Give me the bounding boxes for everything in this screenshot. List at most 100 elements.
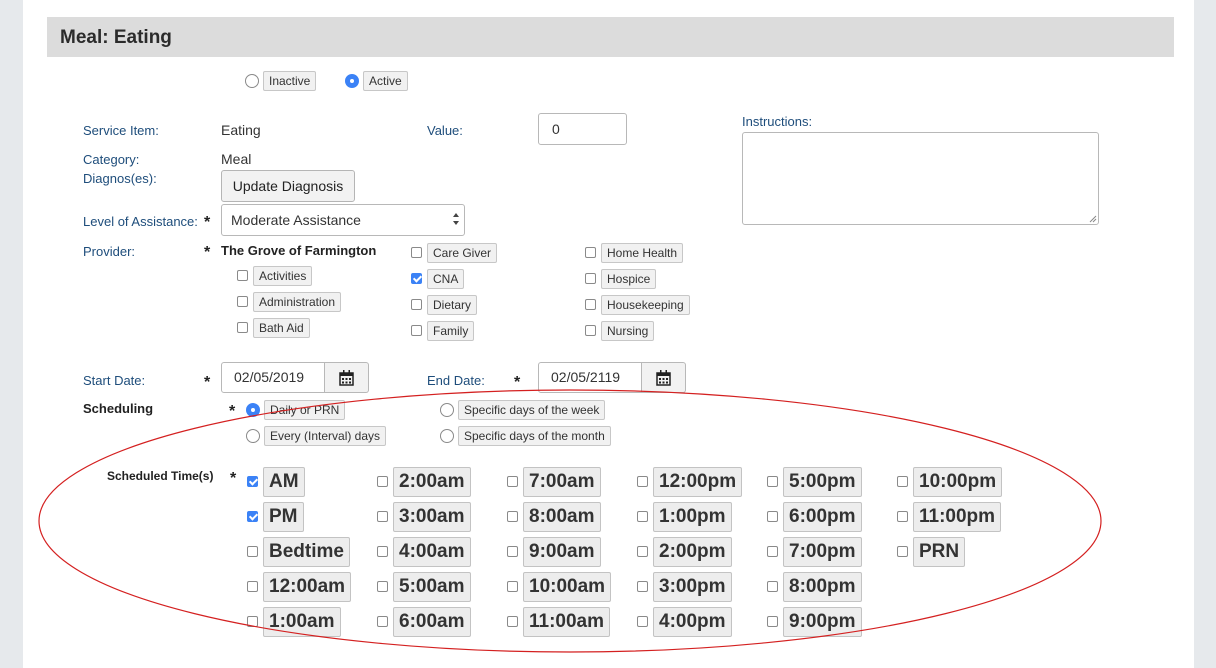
time-checkbox-5-00pm[interactable] xyxy=(767,476,778,487)
time-checkbox-4-00am[interactable] xyxy=(377,546,388,557)
provider-checkbox-hospice[interactable] xyxy=(585,273,596,284)
time-checkbox-8-00am[interactable] xyxy=(507,511,518,522)
provider-label-home-health[interactable]: Home Health xyxy=(601,243,684,263)
time-checkbox-prn[interactable] xyxy=(897,546,908,557)
time-checkbox-1-00am[interactable] xyxy=(247,616,258,627)
time-label-am[interactable]: AM xyxy=(263,467,305,497)
inactive-radio[interactable] xyxy=(245,74,259,88)
time-label-4-00pm[interactable]: 4:00pm xyxy=(653,607,732,637)
instructions-textarea[interactable] xyxy=(742,132,1099,225)
provider-label-hospice[interactable]: Hospice xyxy=(601,269,657,289)
time-checkbox-8-00pm[interactable] xyxy=(767,581,778,592)
update-diagnosis-button[interactable]: Update Diagnosis xyxy=(221,170,355,202)
time-label-6-00pm[interactable]: 6:00pm xyxy=(783,502,862,532)
provider-checkbox-care-giver[interactable] xyxy=(411,247,422,258)
provider-label-activities[interactable]: Activities xyxy=(253,266,313,286)
scheduling-option-daily-or-prn[interactable]: Daily or PRN xyxy=(264,400,346,420)
provider-label-dietary[interactable]: Dietary xyxy=(427,295,478,315)
start-date-input[interactable]: 02/05/2019 xyxy=(221,362,325,393)
provider-label-administration[interactable]: Administration xyxy=(253,292,342,312)
provider-checkbox-dietary[interactable] xyxy=(411,299,422,310)
time-checkbox-3-00am[interactable] xyxy=(377,511,388,522)
resize-handle-icon[interactable] xyxy=(1089,215,1097,223)
active-radio[interactable] xyxy=(345,74,359,88)
time-checkbox-10-00pm[interactable] xyxy=(897,476,908,487)
time-label-bedtime[interactable]: Bedtime xyxy=(263,537,350,567)
provider-checkbox-administration[interactable] xyxy=(237,296,248,307)
time-label-6-00am[interactable]: 6:00am xyxy=(393,607,471,637)
time-label-5-00am[interactable]: 5:00am xyxy=(393,572,471,602)
time-checkbox-9-00am[interactable] xyxy=(507,546,518,557)
provider-checkbox-bath-aid[interactable] xyxy=(237,322,248,333)
provider-label-bath-aid[interactable]: Bath Aid xyxy=(253,318,310,338)
time-checkbox-9-00pm[interactable] xyxy=(767,616,778,627)
provider-label-housekeeping[interactable]: Housekeeping xyxy=(601,295,690,315)
end-date-input[interactable]: 02/05/2119 xyxy=(538,362,642,393)
time-label-1-00pm[interactable]: 1:00pm xyxy=(653,502,732,532)
time-label-12-00pm[interactable]: 12:00pm xyxy=(653,467,743,497)
required-marker: * xyxy=(229,403,236,420)
time-label-7-00am[interactable]: 7:00am xyxy=(523,467,601,497)
scheduling-option-every-interval-days[interactable]: Every (Interval) days xyxy=(264,426,387,446)
scheduling-option-specific-days-of-the-month[interactable]: Specific days of the month xyxy=(458,426,611,446)
provider-checkbox-nursing[interactable] xyxy=(585,325,596,336)
scheduling-radio-specific-days-of-the-month[interactable] xyxy=(440,429,454,443)
time-label-4-00am[interactable]: 4:00am xyxy=(393,537,471,567)
time-checkbox-2-00am[interactable] xyxy=(377,476,388,487)
time-checkbox-6-00pm[interactable] xyxy=(767,511,778,522)
time-label-8-00pm[interactable]: 8:00pm xyxy=(783,572,862,602)
time-checkbox-4-00pm[interactable] xyxy=(637,616,648,627)
time-label-11-00pm[interactable]: 11:00pm xyxy=(913,502,1002,532)
time-checkbox-12-00pm[interactable] xyxy=(637,476,648,487)
time-checkbox-10-00am[interactable] xyxy=(507,581,518,592)
scheduling-option-specific-days-of-the-week[interactable]: Specific days of the week xyxy=(458,400,606,420)
time-label-prn[interactable]: PRN xyxy=(913,537,966,567)
time-checkbox-7-00pm[interactable] xyxy=(767,546,778,557)
time-label-7-00pm[interactable]: 7:00pm xyxy=(783,537,862,567)
time-checkbox-pm[interactable] xyxy=(247,511,258,522)
time-checkbox-3-00pm[interactable] xyxy=(637,581,648,592)
time-label-9-00pm[interactable]: 9:00pm xyxy=(783,607,862,637)
time-checkbox-5-00am[interactable] xyxy=(377,581,388,592)
provider-checkbox-home-health[interactable] xyxy=(585,247,596,258)
scheduling-radio-every-interval-days[interactable] xyxy=(246,429,260,443)
time-label-12-00am[interactable]: 12:00am xyxy=(263,572,352,602)
time-checkbox-11-00pm[interactable] xyxy=(897,511,908,522)
time-checkbox-6-00am[interactable] xyxy=(377,616,388,627)
time-checkbox-11-00am[interactable] xyxy=(507,616,518,627)
time-label-pm[interactable]: PM xyxy=(263,502,304,532)
time-checkbox-2-00pm[interactable] xyxy=(637,546,648,557)
time-label-8-00am[interactable]: 8:00am xyxy=(523,502,601,532)
time-label-10-00pm[interactable]: 10:00pm xyxy=(913,467,1003,497)
time-checkbox-1-00pm[interactable] xyxy=(637,511,648,522)
provider-checkbox-housekeeping[interactable] xyxy=(585,299,596,310)
value-input[interactable]: 0 xyxy=(538,113,627,145)
scheduling-radio-specific-days-of-the-week[interactable] xyxy=(440,403,454,417)
time-checkbox-12-00am[interactable] xyxy=(247,581,258,592)
time-checkbox-am[interactable] xyxy=(247,476,258,487)
provider-label-family[interactable]: Family xyxy=(427,321,475,341)
time-label-9-00am[interactable]: 9:00am xyxy=(523,537,601,567)
time-label-3-00pm[interactable]: 3:00pm xyxy=(653,572,732,602)
provider-label-nursing[interactable]: Nursing xyxy=(601,321,655,341)
provider-label-care-giver[interactable]: Care Giver xyxy=(427,243,498,263)
time-label-11-00am[interactable]: 11:00am xyxy=(523,607,611,637)
start-date-calendar-button[interactable] xyxy=(325,362,369,393)
scheduling-radio-daily-or-prn[interactable] xyxy=(246,403,260,417)
provider-checkbox-activities[interactable] xyxy=(237,270,248,281)
provider-checkbox-cna[interactable] xyxy=(411,273,422,284)
time-label-1-00am[interactable]: 1:00am xyxy=(263,607,341,637)
provider-label-cna[interactable]: CNA xyxy=(427,269,465,289)
end-date-calendar-button[interactable] xyxy=(642,362,686,393)
time-label-10-00am[interactable]: 10:00am xyxy=(523,572,612,602)
time-label-5-00pm[interactable]: 5:00pm xyxy=(783,467,862,497)
level-of-assistance-select[interactable]: Moderate Assistance xyxy=(221,204,465,236)
time-label-3-00am[interactable]: 3:00am xyxy=(393,502,471,532)
active-label[interactable]: Active xyxy=(363,71,408,91)
time-checkbox-7-00am[interactable] xyxy=(507,476,518,487)
time-label-2-00pm[interactable]: 2:00pm xyxy=(653,537,732,567)
inactive-label[interactable]: Inactive xyxy=(263,71,317,91)
time-label-2-00am[interactable]: 2:00am xyxy=(393,467,471,497)
provider-checkbox-family[interactable] xyxy=(411,325,422,336)
time-checkbox-bedtime[interactable] xyxy=(247,546,258,557)
